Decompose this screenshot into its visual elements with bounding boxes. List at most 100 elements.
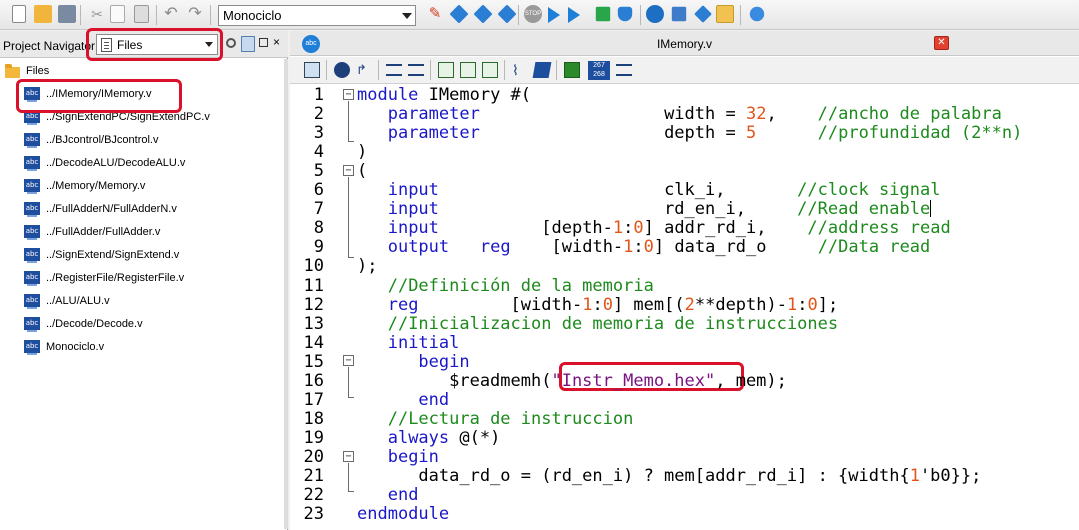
code-token: 5 [745, 123, 757, 144]
pin-icon[interactable] [241, 36, 255, 52]
verilog-file-icon: abc [24, 271, 40, 286]
highlight-view-select [86, 28, 223, 61]
comment-icon[interactable] [532, 62, 552, 78]
code-token: input [387, 180, 439, 201]
code-token: "Instr_Memo.hex" [551, 370, 716, 391]
editor-panel: abc IMemory.v ✕ ↱ ⌇ 267 268 − − − − 1 2 … [290, 31, 1079, 530]
editor-tab[interactable]: abc IMemory.v ✕ [290, 31, 1079, 56]
code-token: reg [479, 237, 511, 258]
code-token: ] addr_rd_i, [643, 218, 808, 239]
close-icon[interactable]: × [273, 35, 285, 49]
shield-icon[interactable] [617, 6, 633, 22]
code-token: //Inicializacion de memoria de instrucci… [387, 313, 839, 334]
fold-toggle-icon[interactable]: − [343, 451, 354, 462]
navigator-title: Project Navigator [3, 39, 96, 53]
paste-icon[interactable] [134, 5, 149, 23]
step-icon[interactable] [568, 7, 580, 23]
clock-icon[interactable] [646, 5, 664, 23]
line-number: 16 [303, 370, 324, 391]
code-token: ); [357, 256, 378, 277]
binoculars-icon[interactable] [334, 62, 350, 78]
paperclip-icon[interactable]: ⌇ [512, 62, 528, 78]
eye-check-icon[interactable] [473, 4, 493, 24]
code-token: ] data_rd_o [653, 237, 818, 258]
line-number: 7 [313, 199, 324, 220]
code-editor[interactable]: − − − − 1 2 3 4 5 6 7 8 9 10 11 12 13 14 15 16 17 18 19 20 2… [290, 85, 1079, 530]
file-item-label: Monociclo.v [46, 341, 105, 353]
code-line: data_rd_o = (rd_en_i) ? mem[addr_rd_i] :… [357, 466, 981, 486]
copy-icon[interactable] [110, 5, 125, 23]
waveform-icon[interactable] [716, 5, 734, 23]
open-folder-icon[interactable] [34, 5, 52, 23]
unindent-icon[interactable] [408, 64, 424, 76]
file-item[interactable]: abc ../FullAdder/FullAdder.v [24, 224, 284, 244]
file-item[interactable]: abc ../BJcontrol/BJcontrol.v [24, 132, 284, 152]
fold-guide-end [348, 397, 354, 398]
bookmark-icon[interactable] [438, 62, 454, 78]
code-token: //Lectura de instruccion [387, 408, 634, 429]
prev-bookmark-icon[interactable] [482, 62, 498, 78]
code-line: begin [357, 352, 469, 372]
restore-icon[interactable] [259, 38, 268, 47]
indent-icon[interactable] [386, 64, 402, 76]
verilog-file-icon: abc [24, 225, 40, 240]
file-item[interactable]: abc ../RegisterFile/RegisterFile.v [24, 270, 284, 290]
speech-bubble-icon[interactable] [749, 6, 765, 22]
fold-toggle-icon[interactable]: − [343, 89, 354, 100]
edit-pencil-icon[interactable]: ✎ [426, 5, 444, 23]
file-item-label: ../FullAdder/FullAdder.v [46, 226, 161, 238]
list-icon[interactable] [616, 64, 632, 76]
file-item[interactable]: abc ../Memory/Memory.v [24, 178, 284, 198]
new-file-icon[interactable] [12, 5, 26, 23]
code-line: input [depth-1:0] addr_rd_i, //address r… [357, 218, 951, 238]
code-line: endmodule [357, 504, 449, 524]
file-item[interactable]: abc ../DecodeALU/DecodeALU.v [24, 155, 284, 175]
line-counter-icon[interactable]: 267 268 [588, 61, 610, 80]
stop-icon[interactable]: STOP [524, 5, 542, 23]
code-token: $readmemh( [357, 370, 552, 391]
diamond-blue-icon[interactable] [449, 4, 469, 24]
goto-icon[interactable]: ↱ [356, 62, 372, 78]
line-number: 5 [313, 161, 324, 182]
file-item[interactable]: abc Monociclo.v [24, 339, 284, 359]
line-number: 6 [313, 180, 324, 201]
green-flag-icon[interactable] [595, 6, 611, 22]
search-icon[interactable] [226, 38, 236, 48]
file-item[interactable]: abc ../Decode/Decode.v [24, 316, 284, 336]
line-number: 20 [303, 446, 324, 467]
editor-view-icon[interactable] [304, 62, 320, 78]
file-item[interactable]: abc ../FullAdderN/FullAdderN.v [24, 201, 284, 221]
text-caret [930, 200, 932, 218]
play-icon[interactable] [548, 7, 560, 23]
code-token: data_rd_o = (rd_en_i) ? mem[addr_rd_i] :… [357, 466, 910, 486]
save-icon[interactable] [58, 5, 76, 23]
language-template-icon[interactable] [564, 62, 580, 78]
top-level-select[interactable]: Monociclo [218, 5, 416, 26]
fold-toggle-icon[interactable]: − [343, 355, 354, 366]
file-item[interactable]: abc ../SignExtend/SignExtend.v [24, 247, 284, 267]
tree-icon[interactable] [671, 6, 687, 22]
code-line: output reg [width-1:0] data_rd_o //Data … [357, 237, 931, 258]
code-token: 1 [612, 218, 624, 239]
navigator-scrollbar[interactable] [284, 59, 288, 529]
code-line: //Inicializacion de memoria de instrucci… [357, 314, 838, 334]
code-token: : [797, 294, 808, 315]
undo-icon[interactable]: ↶ [162, 5, 180, 23]
arrows-icon[interactable] [694, 5, 712, 23]
code-token: end [418, 389, 450, 410]
grid-diamonds-icon[interactable] [497, 4, 517, 24]
redo-icon[interactable]: ↷ [186, 5, 204, 23]
code-token: , mem); [715, 370, 787, 391]
fold-toggle-icon[interactable]: − [343, 165, 354, 176]
code-token: 1 [786, 294, 798, 315]
file-item[interactable]: abc ../ALU/ALU.v [24, 293, 284, 313]
next-bookmark-icon[interactable] [460, 62, 476, 78]
close-icon[interactable]: ✕ [934, 36, 949, 50]
code-token: width = [479, 104, 746, 125]
code-token: : [592, 294, 603, 315]
verilog-file-icon: abc [24, 294, 40, 309]
cut-icon[interactable]: ✂ [88, 5, 106, 23]
